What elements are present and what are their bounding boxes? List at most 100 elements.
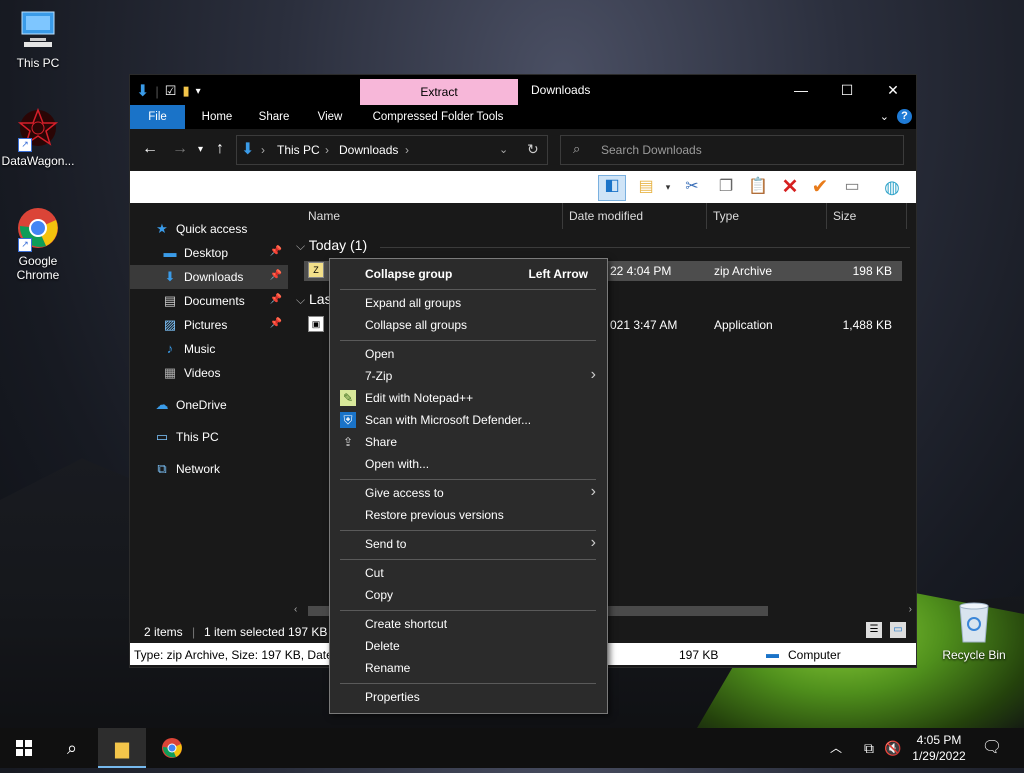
properties-icon[interactable]: ☑ — [165, 83, 177, 99]
desktop-icon-datawagon[interactable]: ↗ DataWagon... — [0, 106, 76, 168]
videos-icon: ▦ — [163, 365, 177, 380]
preview-pane-icon[interactable]: ◧ — [598, 175, 626, 201]
volume-muted-icon[interactable]: 🔇 — [882, 728, 904, 768]
address-dropdown-icon[interactable]: ⌄ — [499, 143, 508, 156]
search-button[interactable]: ⌕ — [48, 728, 96, 768]
menu-item-edit-with-notepadpp[interactable]: ✎ Edit with Notepad++ — [331, 387, 606, 409]
menu-item-delete[interactable]: Delete — [331, 635, 606, 657]
info-location: Computer — [788, 648, 841, 662]
column-header-type[interactable]: Type — [713, 203, 739, 229]
scissors-icon[interactable]: ✂ — [682, 177, 702, 197]
refresh-icon[interactable]: ↻ — [527, 141, 539, 158]
large-icons-view-icon[interactable]: ▭ — [890, 622, 906, 638]
address-bar[interactable]: ⬇ › This PC › Downloads › ⌄ ↻ — [236, 135, 548, 165]
column-header-date-modified[interactable]: Date modified — [569, 203, 643, 229]
nav-item-music[interactable]: ♪ Music — [130, 337, 288, 361]
column-header-size[interactable]: Size — [833, 203, 856, 229]
minimize-button[interactable]: — — [778, 75, 824, 105]
notes-icon[interactable]: ▤ — [636, 177, 656, 197]
desktop-icon-recycle-bin[interactable]: Recycle Bin — [936, 600, 1012, 662]
taskbar-chrome[interactable] — [148, 728, 196, 768]
shell-globe-icon[interactable]: ◍ — [882, 177, 902, 197]
extract-contextual-tab[interactable]: Extract — [360, 79, 518, 105]
close-button[interactable]: ✕ — [870, 75, 916, 105]
clock[interactable]: 4:05 PM 1/29/2022 — [904, 732, 974, 764]
nav-item-pictures[interactable]: ▨ Pictures 📌 — [130, 313, 288, 337]
checkmark-icon[interactable]: ✔ — [810, 177, 830, 197]
scroll-right-icon[interactable]: › — [909, 604, 912, 615]
menu-separator — [340, 289, 596, 290]
menu-item-open[interactable]: Open — [331, 343, 606, 365]
network-tray-icon[interactable]: ⧉ — [858, 728, 880, 768]
new-folder-icon[interactable]: ▮ — [182, 83, 189, 99]
ribbon-right-controls: ⌄ ? — [880, 109, 912, 124]
desktop-icon-this-pc[interactable]: This PC — [0, 8, 76, 70]
notifications-button[interactable]: 🗨 — [980, 728, 1004, 768]
help-icon[interactable]: ? — [897, 109, 912, 124]
menu-label: Cut — [365, 566, 384, 580]
file-size: 1,488 KB — [842, 318, 892, 332]
maximize-button[interactable]: ☐ — [824, 75, 870, 105]
menu-item-open-with[interactable]: Open with... — [331, 453, 606, 475]
show-hidden-icons-button[interactable]: ︿ — [826, 728, 846, 768]
nav-item-documents[interactable]: ▤ Documents 📌 — [130, 289, 288, 313]
scroll-left-icon[interactable]: ‹ — [294, 604, 297, 615]
forward-arrow-icon[interactable]: → — [172, 140, 188, 158]
tab-file[interactable]: File — [130, 105, 185, 129]
menu-item-rename[interactable]: Rename — [331, 657, 606, 679]
group-header-last[interactable]: ⌵ Las — [296, 291, 332, 308]
back-arrow-icon[interactable]: ← — [142, 140, 158, 158]
menu-item-properties[interactable]: Properties — [331, 686, 606, 708]
tab-view[interactable]: View — [306, 105, 354, 129]
clipboard-icon[interactable]: 📋 — [748, 177, 768, 197]
delete-icon[interactable]: ✕ — [780, 177, 800, 197]
up-arrow-icon[interactable]: ↑ — [216, 140, 224, 158]
column-divider[interactable] — [906, 203, 907, 229]
title-bar[interactable]: ⬇ | ☑ ▮ ▾ Extract Downloads — ☐ ✕ — [130, 75, 916, 105]
nav-item-videos[interactable]: ▦ Videos — [130, 361, 288, 385]
tab-share[interactable]: Share — [250, 105, 298, 129]
column-divider[interactable] — [826, 203, 827, 229]
breadcrumb-this-pc[interactable]: This PC — [277, 143, 320, 157]
notes-dropdown-icon[interactable]: ▾ — [658, 177, 678, 197]
start-button[interactable] — [0, 728, 48, 768]
group-header-today[interactable]: ⌵ Today (1) — [296, 237, 367, 254]
menu-item-copy[interactable]: Copy — [331, 584, 606, 606]
desktop-icon-chrome[interactable]: ↗ Google Chrome — [0, 206, 76, 282]
column-divider[interactable] — [562, 203, 563, 229]
nav-item-network[interactable]: ⧉ Network — [130, 457, 288, 481]
nav-item-desktop[interactable]: ▬ Desktop 📌 — [130, 241, 288, 265]
menu-item-expand-all-groups[interactable]: Expand all groups — [331, 292, 606, 314]
menu-item-collapse-all-groups[interactable]: Collapse all groups — [331, 314, 606, 336]
nav-item-this-pc[interactable]: ▭ This PC — [130, 425, 288, 449]
file-type: Application — [714, 318, 773, 332]
nav-item-quick-access[interactable]: ★ Quick access — [130, 217, 288, 241]
menu-item-cut[interactable]: Cut — [331, 562, 606, 584]
menu-item-share[interactable]: ⇪ Share — [331, 431, 606, 453]
expand-ribbon-icon[interactable]: ⌄ — [880, 110, 889, 123]
customize-qat-icon[interactable]: ▾ — [196, 86, 201, 97]
file-date: 22 4:04 PM — [610, 264, 672, 278]
breadcrumb-downloads[interactable]: Downloads — [339, 143, 398, 157]
menu-item-scan-with-defender[interactable]: ⛨ Scan with Microsoft Defender... — [331, 409, 606, 431]
column-divider[interactable] — [706, 203, 707, 229]
column-header-name[interactable]: Name — [308, 203, 340, 229]
menu-item-create-shortcut[interactable]: Create shortcut — [331, 613, 606, 635]
recent-locations-icon[interactable]: ▾ — [198, 144, 203, 155]
menu-item-give-access-to[interactable]: Give access to › — [331, 482, 606, 504]
menu-item-send-to[interactable]: Send to › — [331, 533, 606, 555]
group-label: Today (1) — [308, 237, 368, 253]
menu-item-collapse-group[interactable]: Collapse group Left Arrow — [331, 263, 606, 285]
details-view-icon[interactable]: ☰ — [866, 622, 882, 638]
chrome-icon — [162, 738, 182, 758]
menu-item-restore-previous-versions[interactable]: Restore previous versions — [331, 504, 606, 526]
nav-item-downloads[interactable]: ⬇ Downloads 📌 — [130, 265, 288, 289]
copy-icon[interactable]: ❐ — [716, 177, 736, 197]
search-input[interactable]: ⌕ Search Downloads — [560, 135, 904, 165]
menu-item-7zip[interactable]: 7-Zip › — [331, 365, 606, 387]
nav-item-onedrive[interactable]: ☁ OneDrive — [130, 393, 288, 417]
tab-home[interactable]: Home — [192, 105, 242, 129]
tab-compressed-folder-tools[interactable]: Compressed Folder Tools — [364, 105, 512, 129]
taskbar-file-explorer[interactable]: ▆ — [98, 728, 146, 768]
rename-field-icon[interactable]: ▭ — [842, 177, 862, 197]
